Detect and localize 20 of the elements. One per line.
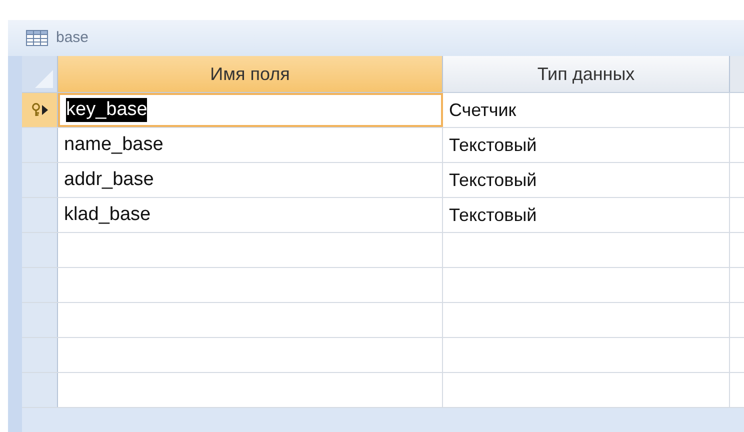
table-cell[interactable]: key_base xyxy=(58,93,443,127)
table-cell[interactable]: Текстовый xyxy=(443,163,730,197)
table-cell[interactable]: Текстовый xyxy=(443,198,730,232)
tab-title[interactable]: base xyxy=(56,26,89,50)
corner-triangle-icon xyxy=(35,70,53,88)
column-header[interactable]: Тип данных xyxy=(443,56,730,92)
table-cell[interactable]: addr_base xyxy=(58,163,443,197)
field-name: addr_base xyxy=(64,168,154,192)
current-row-arrow-icon xyxy=(42,105,48,115)
table-cell[interactable]: name_base xyxy=(58,128,443,162)
field-name: klad_base xyxy=(64,203,151,227)
field-name: name_base xyxy=(64,133,164,157)
table-icon xyxy=(26,30,48,46)
field-name: key_base xyxy=(66,98,148,122)
table-cell[interactable]: klad_base xyxy=(58,198,443,232)
row-selector[interactable] xyxy=(22,93,58,127)
table-cell[interactable]: Текстовый xyxy=(443,128,730,162)
table-cell[interactable]: Счетчик xyxy=(443,93,730,127)
column-header[interactable]: Имя поля xyxy=(58,56,443,92)
column-header[interactable] xyxy=(730,56,744,92)
